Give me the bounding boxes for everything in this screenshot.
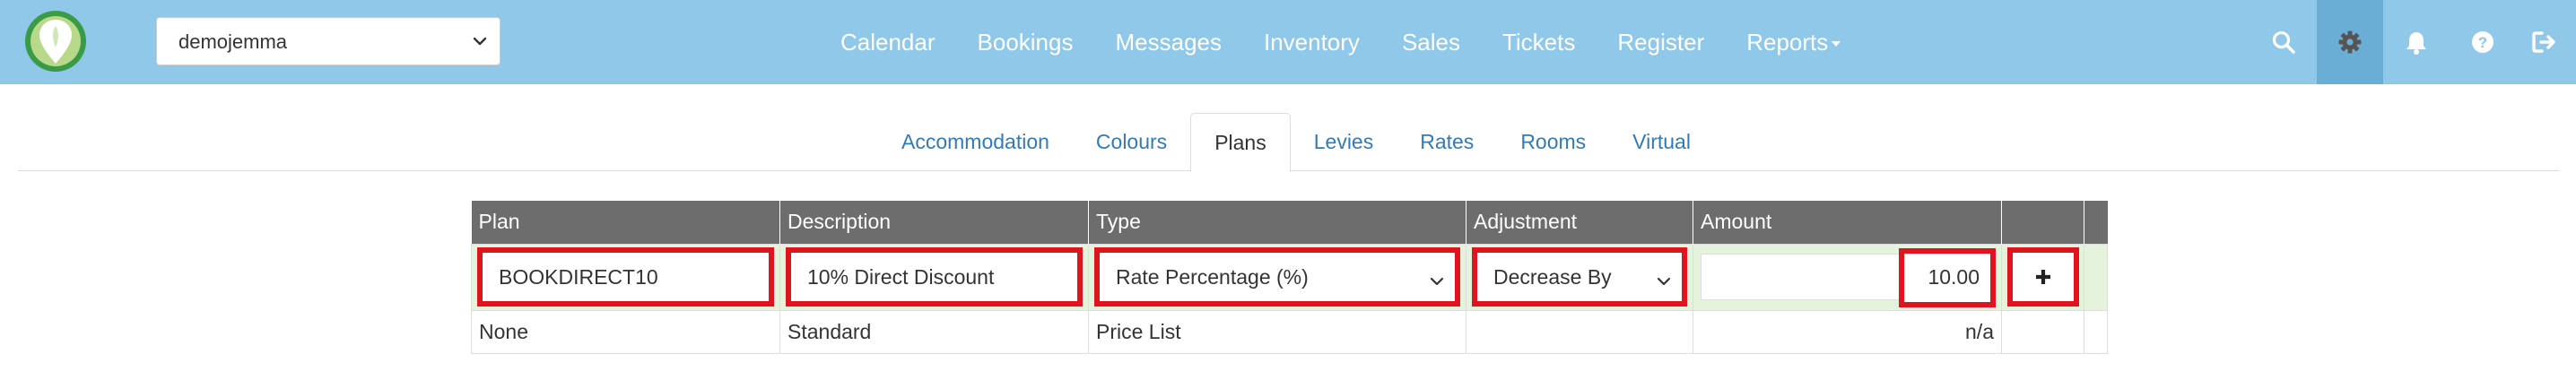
column-header-actions: [2001, 201, 2084, 244]
plan-cell: BOOKDIRECT10: [471, 243, 780, 311]
top-navbar: demojemma Calendar Bookings Messages Inv…: [0, 0, 2576, 84]
nav-reports-label: Reports: [1746, 28, 1829, 56]
row-extra: [2084, 309, 2108, 354]
chevron-down-icon: [473, 37, 487, 46]
add-plan-button[interactable]: [2007, 247, 2079, 307]
column-header-adjustment: Adjustment: [1466, 201, 1693, 244]
plans-table: Plan Description Type Adjustment Amount …: [471, 201, 2108, 354]
adjustment-value: Decrease By: [1493, 264, 1612, 289]
chevron-down-icon: [1657, 277, 1671, 286]
nav-calendar[interactable]: Calendar: [840, 29, 936, 56]
adjustment-cell: Decrease By: [1466, 243, 1693, 311]
plan-code-input[interactable]: BOOKDIRECT10: [477, 247, 774, 307]
type-cell: Rate Percentage (%): [1088, 243, 1466, 311]
nav-sales[interactable]: Sales: [1402, 29, 1460, 56]
main-nav: Calendar Bookings Messages Inventory Sal…: [840, 0, 1841, 84]
plus-icon: [2036, 270, 2050, 284]
column-header-extra: [2084, 201, 2108, 244]
type-select[interactable]: Rate Percentage (%): [1094, 247, 1460, 307]
help-icon[interactable]: ?: [2450, 0, 2516, 84]
row-plan: None: [471, 309, 780, 354]
table-row: None Standard Price List n/a: [471, 309, 2108, 354]
description-input[interactable]: 10% Direct Discount: [786, 247, 1083, 307]
amount-secondary-input[interactable]: [1701, 253, 1916, 300]
column-header-plan: Plan: [471, 201, 780, 244]
row-adjustment: [1466, 309, 1693, 354]
type-value: Rate Percentage (%): [1116, 264, 1309, 289]
add-cell: [2001, 243, 2084, 311]
bell-icon[interactable]: [2383, 0, 2450, 84]
row-description: Standard: [779, 309, 1089, 354]
caret-down-icon: [1832, 41, 1841, 47]
tab-virtual[interactable]: Virtual: [1609, 113, 1714, 171]
svg-text:?: ?: [2478, 34, 2487, 51]
tab-plans[interactable]: Plans: [1190, 113, 1291, 172]
property-select[interactable]: demojemma: [156, 17, 500, 65]
amount-input[interactable]: 10.00: [1899, 247, 1996, 307]
settings-tabs: Accommodation Colours Plans Levies Rates…: [878, 113, 1714, 172]
new-plan-row: BOOKDIRECT10 10% Direct Discount Rate Pe…: [471, 243, 2108, 311]
column-header-type: Type: [1088, 201, 1466, 244]
amount-value: 10.00: [1928, 265, 1980, 289]
property-select-value: demojemma: [178, 30, 288, 53]
column-header-amount: Amount: [1693, 201, 2002, 244]
nav-inventory[interactable]: Inventory: [1264, 29, 1360, 56]
tab-levies[interactable]: Levies: [1291, 113, 1397, 171]
amount-cell: 10.00: [1693, 243, 2002, 311]
tab-colours[interactable]: Colours: [1073, 113, 1190, 171]
chevron-down-icon: [1430, 277, 1444, 286]
adjustment-select[interactable]: Decrease By: [1472, 247, 1687, 307]
description-value: 10% Direct Discount: [807, 264, 995, 289]
extra-cell: [2084, 243, 2108, 311]
row-actions: [2001, 309, 2084, 354]
nav-register[interactable]: Register: [1617, 29, 1704, 56]
leaf-pin-logo-icon[interactable]: [23, 8, 88, 74]
gear-icon[interactable]: [2317, 0, 2383, 84]
search-icon[interactable]: [2250, 0, 2317, 84]
nav-bookings[interactable]: Bookings: [978, 29, 1074, 56]
plan-code-value: BOOKDIRECT10: [499, 264, 658, 289]
tab-accommodation[interactable]: Accommodation: [878, 113, 1073, 171]
column-header-description: Description: [779, 201, 1089, 244]
description-cell: 10% Direct Discount: [779, 243, 1089, 311]
tab-rates[interactable]: Rates: [1397, 113, 1497, 171]
nav-reports[interactable]: Reports: [1746, 29, 1841, 56]
nav-tickets[interactable]: Tickets: [1502, 29, 1575, 56]
nav-messages[interactable]: Messages: [1115, 29, 1222, 56]
row-type: Price List: [1088, 309, 1466, 354]
tab-rooms[interactable]: Rooms: [1497, 113, 1609, 171]
plans-table-container: Plan Description Type Adjustment Amount …: [471, 201, 2108, 354]
table-header-row: Plan Description Type Adjustment Amount: [471, 201, 2108, 244]
row-amount: n/a: [1693, 309, 2002, 354]
logout-icon[interactable]: [2511, 0, 2576, 84]
